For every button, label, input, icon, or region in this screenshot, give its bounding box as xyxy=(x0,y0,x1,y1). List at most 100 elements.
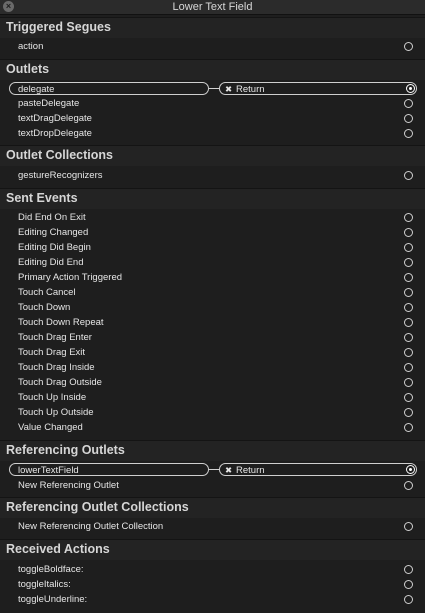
item-label: Editing Changed xyxy=(18,227,89,238)
item-label: Touch Down xyxy=(18,302,71,313)
list-item[interactable]: Did End On Exit xyxy=(0,211,425,226)
section-triggered-segues: Triggered Segues xyxy=(0,17,425,38)
section-title: Outlets xyxy=(6,62,50,76)
connection-circle-icon[interactable] xyxy=(404,595,413,604)
list-item[interactable]: toggleUnderline: xyxy=(0,593,425,608)
section-title: Outlet Collections xyxy=(6,148,113,162)
target-label: Return xyxy=(236,84,265,95)
list-item[interactable]: pasteDelegate xyxy=(0,97,425,112)
connection-circle-icon[interactable] xyxy=(404,580,413,589)
list-item[interactable]: action xyxy=(0,40,425,55)
connection-circle-icon[interactable] xyxy=(404,408,413,417)
item-label: Touch Drag Inside xyxy=(18,362,95,373)
connection-target-pill[interactable]: ✖ Return xyxy=(219,82,417,95)
target-label: Return xyxy=(236,465,265,476)
section-title: Referencing Outlet Collections xyxy=(6,500,189,514)
list-item[interactable]: Touch Up Outside xyxy=(0,406,425,421)
connection-circle-icon[interactable] xyxy=(404,303,413,312)
connection-circle-icon[interactable] xyxy=(404,288,413,297)
connection-circle-icon[interactable] xyxy=(404,258,413,267)
connection-circle-icon[interactable] xyxy=(404,129,413,138)
list-item-connected[interactable]: delegate ✖ Return xyxy=(0,82,425,97)
list-item[interactable]: Touch Down xyxy=(0,301,425,316)
connection-circle-icon[interactable] xyxy=(404,522,413,531)
list-item[interactable]: Touch Up Inside xyxy=(0,391,425,406)
item-label: Touch Up Outside xyxy=(18,407,94,418)
connection-circle-icon[interactable] xyxy=(404,393,413,402)
list-item[interactable]: textDragDelegate xyxy=(0,112,425,127)
connection-circle-icon[interactable] xyxy=(404,348,413,357)
connection-circle-icon[interactable] xyxy=(404,213,413,222)
item-label: Touch Up Inside xyxy=(18,392,87,403)
list-item[interactable]: gestureRecognizers xyxy=(0,169,425,184)
item-label: pasteDelegate xyxy=(18,98,80,109)
section-referencing-outlets: Referencing Outlets xyxy=(0,440,425,461)
connection-circle-icon[interactable] xyxy=(406,465,415,474)
list-item[interactable]: New Referencing Outlet Collection xyxy=(0,520,425,535)
connection-line xyxy=(209,88,219,89)
x-icon[interactable]: ✖ xyxy=(225,464,232,477)
item-label: Touch Down Repeat xyxy=(18,317,104,328)
item-label: action xyxy=(18,41,44,52)
section-outlet-collections: Outlet Collections xyxy=(0,145,425,166)
connection-circle-icon[interactable] xyxy=(404,114,413,123)
x-icon[interactable]: ✖ xyxy=(225,83,232,96)
connection-circle-icon[interactable] xyxy=(404,481,413,490)
connection-circle-icon[interactable] xyxy=(404,99,413,108)
list-item[interactable]: textDropDelegate xyxy=(0,127,425,142)
item-label: Primary Action Triggered xyxy=(18,272,123,283)
item-label: lowerTextField xyxy=(18,465,79,476)
list-item[interactable]: Touch Cancel xyxy=(0,286,425,301)
item-label: Touch Drag Outside xyxy=(18,377,102,388)
connection-circle-icon[interactable] xyxy=(406,84,415,93)
connection-circle-icon[interactable] xyxy=(404,363,413,372)
item-label: Editing Did End xyxy=(18,257,84,268)
connection-target-pill[interactable]: ✖ Return xyxy=(219,463,417,476)
list-item[interactable]: Touch Drag Outside xyxy=(0,376,425,391)
connection-circle-icon[interactable] xyxy=(404,378,413,387)
list-item[interactable]: Value Changed xyxy=(0,421,425,436)
list-item[interactable]: toggleBoldface: xyxy=(0,563,425,578)
connection-circle-icon[interactable] xyxy=(404,333,413,342)
connection-circle-icon[interactable] xyxy=(404,42,413,51)
list-item[interactable]: New Referencing Outlet xyxy=(0,479,425,494)
section-title: Referencing Outlets xyxy=(6,443,125,457)
window-title: Lower Text Field xyxy=(172,1,253,13)
connection-circle-icon[interactable] xyxy=(404,171,413,180)
item-label: delegate xyxy=(18,84,55,95)
outlet-pill[interactable]: lowerTextField xyxy=(9,463,209,476)
connection-circle-icon[interactable] xyxy=(404,273,413,282)
section-title: Triggered Segues xyxy=(6,20,111,34)
item-label: New Referencing Outlet xyxy=(18,480,119,491)
list-item[interactable]: toggleItalics: xyxy=(0,578,425,593)
section-referencing-outlet-collections: Referencing Outlet Collections xyxy=(0,497,425,518)
title-bar: × Lower Text Field xyxy=(0,0,425,15)
list-item[interactable]: Editing Changed xyxy=(0,226,425,241)
outlet-pill[interactable]: delegate xyxy=(9,82,209,95)
connection-circle-icon[interactable] xyxy=(404,423,413,432)
item-label: Did End On Exit xyxy=(18,212,86,223)
list-item[interactable]: Touch Drag Enter xyxy=(0,331,425,346)
item-label: Touch Drag Exit xyxy=(18,347,86,358)
connection-circle-icon[interactable] xyxy=(404,243,413,252)
item-label: Touch Cancel xyxy=(18,287,76,298)
item-label: Editing Did Begin xyxy=(18,242,91,253)
item-label: Value Changed xyxy=(18,422,83,433)
list-item[interactable]: Touch Down Repeat xyxy=(0,316,425,331)
section-sent-events: Sent Events xyxy=(0,188,425,209)
connection-circle-icon[interactable] xyxy=(404,318,413,327)
list-item[interactable]: Editing Did End xyxy=(0,256,425,271)
connection-line xyxy=(209,469,219,470)
list-item[interactable]: Editing Did Begin xyxy=(0,241,425,256)
section-title: Received Actions xyxy=(6,542,110,556)
section-title: Sent Events xyxy=(6,191,78,205)
item-label: toggleUnderline: xyxy=(18,594,88,605)
list-item[interactable]: Primary Action Triggered xyxy=(0,271,425,286)
section-outlets: Outlets xyxy=(0,59,425,80)
connection-circle-icon[interactable] xyxy=(404,565,413,574)
list-item[interactable]: Touch Drag Exit xyxy=(0,346,425,361)
list-item-connected[interactable]: lowerTextField ✖ Return xyxy=(0,463,425,478)
item-label: toggleBoldface: xyxy=(18,564,84,575)
list-item[interactable]: Touch Drag Inside xyxy=(0,361,425,376)
connection-circle-icon[interactable] xyxy=(404,228,413,237)
